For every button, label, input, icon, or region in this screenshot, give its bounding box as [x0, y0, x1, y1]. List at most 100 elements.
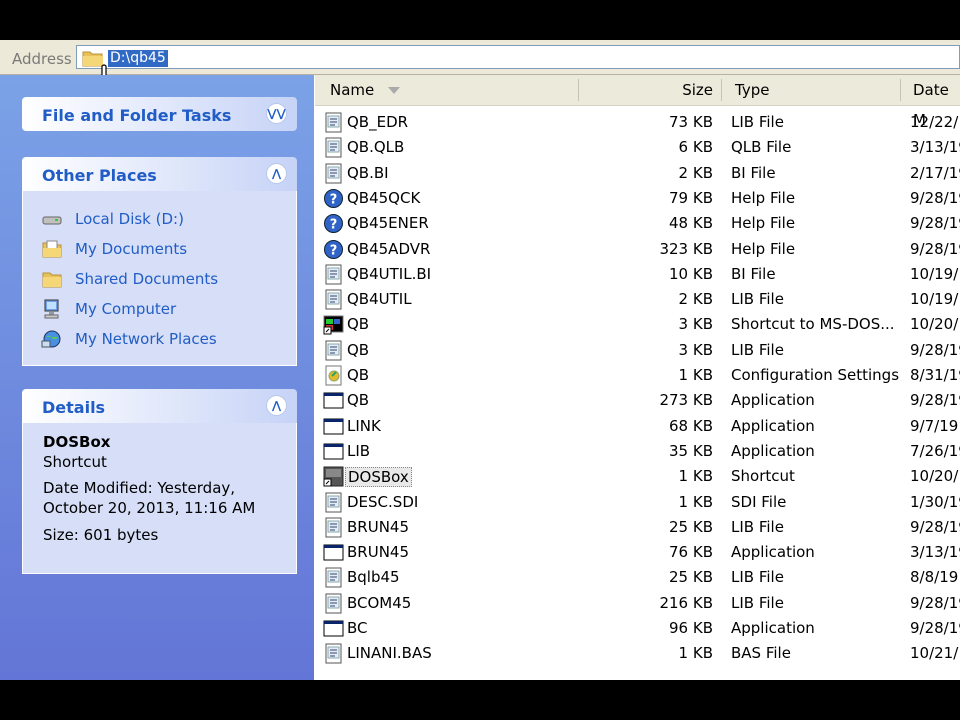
column-divider[interactable]	[721, 79, 722, 101]
file-type: Application	[731, 391, 815, 410]
file-type: Help File	[731, 188, 796, 207]
lib-file-icon	[323, 593, 344, 614]
details-modified-date: October 20, 2013, 11:16 AM	[43, 499, 256, 517]
column-header-name[interactable]: Name	[330, 75, 401, 105]
task-pane: File and Folder Tasks ⋁⋁ Other Places ⋀ …	[0, 75, 314, 680]
file-row[interactable]: DOSBox 1 KB Shortcut 10/20/	[315, 464, 960, 489]
file-size: 73 KB	[669, 113, 713, 131]
app-file-icon	[323, 542, 344, 563]
help-file-icon: ?	[323, 213, 344, 234]
file-type: LIB File	[731, 593, 784, 612]
column-header-date[interactable]: Date M	[913, 75, 960, 129]
file-row[interactable]: QB4UTIL 2 KB LIB File 10/19/	[315, 287, 960, 312]
other-places-header[interactable]: Other Places ⋀	[22, 157, 297, 191]
lib-file-icon	[323, 264, 344, 285]
shared-folder-icon	[42, 272, 62, 288]
help-file-icon: ?	[323, 188, 344, 209]
column-header-row: Name Size Type Date M	[315, 75, 960, 129]
details-header[interactable]: Details ⋀	[22, 389, 297, 423]
file-name: BCOM45	[347, 593, 412, 612]
file-row[interactable]: QB 1 KB Configuration Settings 8/31/19	[315, 363, 960, 388]
file-row[interactable]: BC 96 KB Application 9/28/19	[315, 616, 960, 641]
my-computer-icon	[44, 299, 59, 319]
file-row[interactable]: BCOM45 216 KB LIB File 9/28/19	[315, 591, 960, 616]
file-date: 12/22/	[910, 113, 959, 131]
file-row[interactable]: DESC.SDI 1 KB SDI File 1/30/19	[315, 490, 960, 515]
file-row[interactable]: BRUN45 25 KB LIB File 9/28/19	[315, 515, 960, 540]
lib-file-icon	[323, 340, 344, 361]
file-size: 1 KB	[678, 467, 713, 486]
file-size: 35 KB	[669, 441, 713, 460]
file-row[interactable]: Bqlb45 25 KB LIB File 8/8/19	[315, 565, 960, 590]
file-date: 9/28/19	[910, 239, 960, 258]
file-row[interactable]: BRUN45 76 KB Application 3/13/19	[315, 540, 960, 565]
file-row[interactable]: QB.BI 2 KB BI File 2/17/19	[315, 161, 960, 186]
file-type: Shortcut	[731, 467, 795, 486]
file-type: BI File	[731, 264, 776, 283]
file-size: 68 KB	[669, 416, 713, 435]
file-name: QB45ENER	[347, 214, 429, 233]
file-date: 10/19/	[910, 264, 959, 283]
collapse-chevron-icon[interactable]: ⋀	[266, 163, 287, 184]
app-file-icon	[323, 390, 344, 411]
file-size: 1 KB	[678, 492, 713, 511]
file-name: QB	[347, 366, 370, 384]
file-folder-tasks-header[interactable]: File and Folder Tasks ⋁⋁	[22, 97, 297, 131]
file-type: LIB File	[731, 568, 784, 587]
file-type: LIB File	[731, 290, 784, 309]
file-row[interactable]: LIB 35 KB Application 7/26/19	[315, 439, 960, 464]
file-row[interactable]: QB.QLB 6 KB QLB File 3/13/19	[315, 135, 960, 160]
file-size: 2 KB	[678, 163, 713, 182]
sort-arrow-icon	[388, 87, 401, 94]
file-date: 1/30/19	[910, 492, 960, 511]
file-name: QB4UTIL.BI	[347, 264, 432, 283]
help-file-icon: ?	[323, 239, 344, 260]
file-row[interactable]: QB 3 KB Shortcut to MS-DOS... 10/20/	[315, 312, 960, 337]
file-row[interactable]: LINK 68 KB Application 9/7/19	[315, 414, 960, 439]
file-name: QB	[347, 340, 370, 359]
file-name: LINANI.BAS	[347, 644, 432, 663]
file-type: Application	[731, 416, 815, 435]
file-row[interactable]: QB4UTIL.BI 10 KB BI File 10/19/	[315, 262, 960, 287]
details-modified: Date Modified: Yesterday,	[43, 479, 236, 497]
details-panel: Details ⋀ DOSBox Shortcut Date Modified:…	[22, 389, 297, 574]
column-divider[interactable]	[578, 79, 579, 101]
file-date: 9/28/19	[910, 619, 960, 637]
file-date: 10/21/	[910, 644, 959, 663]
other-places-title: Other Places	[42, 166, 157, 185]
details-size: Size: 601 bytes	[43, 526, 159, 544]
file-size: 25 KB	[669, 517, 713, 536]
file-size: 79 KB	[669, 188, 713, 207]
column-divider[interactable]	[900, 79, 901, 101]
collapse-chevron-icon[interactable]: ⋀	[266, 395, 287, 416]
file-date: 10/20/	[910, 467, 959, 486]
file-row[interactable]: QB 273 KB Application 9/28/19	[315, 388, 960, 413]
file-type: Application	[731, 619, 815, 637]
file-row[interactable]: ? QB45ADVR 323 KB Help File 9/28/19	[315, 237, 960, 262]
file-type: Help File	[731, 214, 796, 233]
expand-chevron-icon[interactable]: ⋁⋁	[266, 103, 287, 124]
file-size: 76 KB	[669, 543, 713, 562]
local-disk-icon	[42, 216, 62, 225]
file-date: 8/8/19	[910, 568, 959, 587]
file-name: QB	[347, 391, 370, 410]
file-size: 216 KB	[659, 593, 713, 612]
lib-file-icon	[323, 112, 344, 133]
file-size: 3 KB	[678, 315, 713, 334]
file-date: 2/17/19	[910, 163, 960, 182]
file-row[interactable]: LINANI.BAS 1 KB BAS File 10/21/	[315, 641, 960, 666]
file-folder-tasks-panel: File and Folder Tasks ⋁⋁	[22, 97, 297, 131]
file-row[interactable]: QB 3 KB LIB File 9/28/19	[315, 338, 960, 363]
column-header-size[interactable]: Size	[605, 75, 713, 105]
file-row[interactable]: QB_EDR 73 KB LIB File 12/22/	[315, 110, 960, 135]
lib-file-icon	[323, 567, 344, 588]
file-date: 9/28/19	[910, 391, 960, 410]
file-name: QB.BI	[347, 163, 389, 182]
file-row[interactable]: ? QB45ENER 48 KB Help File 9/28/19	[315, 211, 960, 236]
column-header-type[interactable]: Type	[735, 75, 769, 105]
details-kind: Shortcut	[43, 453, 107, 471]
file-row[interactable]: ? QB45QCK 79 KB Help File 9/28/19	[315, 186, 960, 211]
address-input[interactable]	[76, 45, 960, 69]
place-label: Shared Documents	[75, 270, 219, 288]
file-name: QB	[347, 315, 370, 334]
